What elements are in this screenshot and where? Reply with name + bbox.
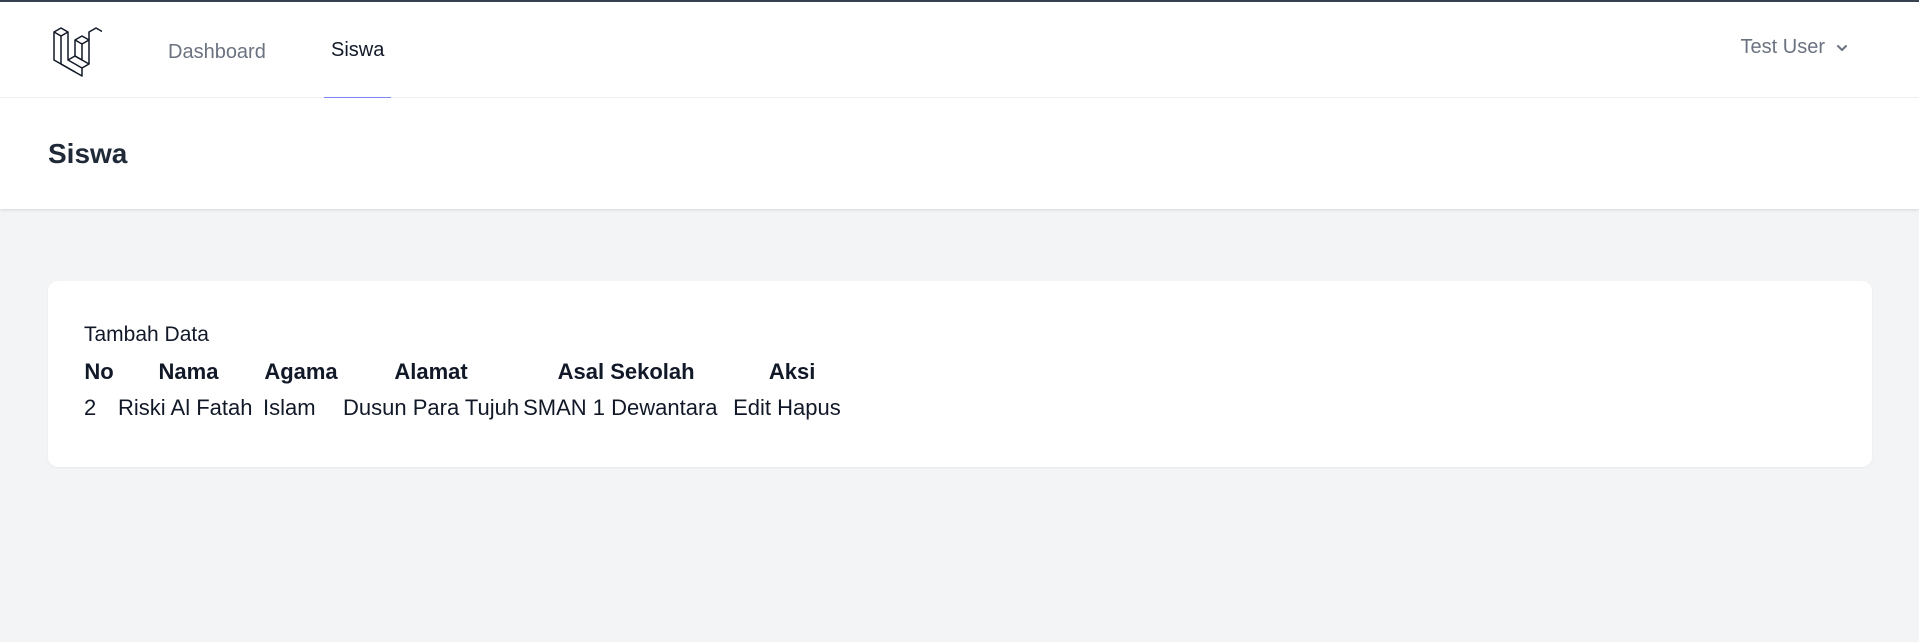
column-header-nama: Nama	[158, 359, 219, 384]
cell-alamat: Dusun Para Tujuh	[343, 395, 520, 420]
table-header-row: No Nama Agama Alamat Asal Sekolah Aksi	[82, 355, 853, 389]
column-header-asal-sekolah: Asal Sekolah	[557, 359, 695, 384]
table-row: 2 Riski Al Fatah Islam Dusun Para Tujuh …	[82, 389, 853, 427]
siswa-table: No Nama Agama Alamat Asal Sekolah Aksi 2…	[82, 355, 853, 427]
user-name: Test User	[1740, 36, 1825, 58]
column-header-aksi: Aksi	[768, 359, 816, 384]
chevron-down-icon	[1837, 44, 1847, 51]
cell-asal-sekolah: SMAN 1 Dewantara	[523, 395, 718, 420]
nav-link-dashboard[interactable]: Dashboard	[161, 4, 273, 100]
page-header: Siswa	[0, 98, 1919, 209]
add-data-link[interactable]: Tambah Data	[84, 323, 209, 347]
column-header-alamat: Alamat	[394, 359, 468, 384]
laravel-logo-icon[interactable]	[50, 26, 102, 78]
cell-no: 2	[84, 395, 97, 420]
cell-nama: Riski Al Fatah	[118, 395, 253, 420]
column-header-agama: Agama	[264, 359, 338, 384]
page-title: Siswa	[48, 138, 128, 169]
content-card: Tambah Data No Nama Agama Alamat Asal Se…	[48, 281, 1872, 467]
top-navigation: Dashboard Siswa Test User	[0, 0, 1919, 100]
column-header-no: No	[84, 359, 114, 384]
edit-link[interactable]: Edit	[733, 395, 771, 420]
hapus-link[interactable]: Hapus	[777, 395, 841, 420]
user-menu-dropdown[interactable]: Test User	[1741, 36, 1849, 59]
nav-link-siswa[interactable]: Siswa	[324, 4, 392, 100]
cell-aksi: Edit Hapus	[731, 389, 853, 427]
cell-agama: Islam	[263, 395, 316, 420]
